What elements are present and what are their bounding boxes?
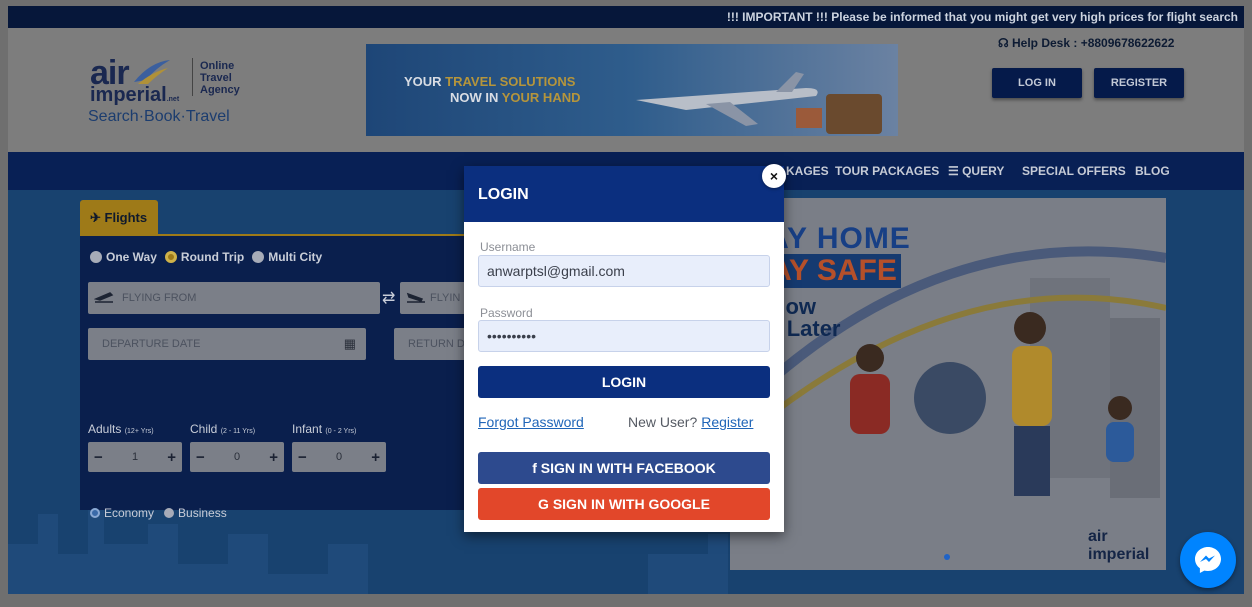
banner-line-1: YOUR TRAVEL SOLUTIONS xyxy=(404,74,576,89)
new-user-text: New User? Register xyxy=(628,414,754,430)
nav-item-special-offers[interactable]: SPECIAL OFFERS xyxy=(1022,164,1126,178)
radio-multi-city[interactable]: Multi City xyxy=(252,250,322,264)
footer-strip xyxy=(0,594,1252,607)
trip-type-group: One Way Round Trip Multi City xyxy=(90,250,322,264)
site-logo[interactable]: air imperial.net Online Travel Agency Se… xyxy=(88,50,278,130)
infant-stepper: − 0 + xyxy=(292,442,386,472)
header-banner[interactable]: YOUR TRAVEL SOLUTIONS NOW IN YOUR HAND xyxy=(366,44,898,136)
landing-icon xyxy=(406,292,425,303)
nav-item-tour-packages[interactable]: TOUR PACKAGES xyxy=(835,164,939,178)
header-login-button[interactable]: LOG IN xyxy=(992,68,1082,98)
calendar-icon: ▦ xyxy=(343,336,356,351)
messenger-icon xyxy=(1195,547,1221,573)
radio-economy[interactable]: Economy xyxy=(90,506,154,520)
nav-item-blog[interactable]: BLOG xyxy=(1135,164,1170,178)
modal-title: LOGIN xyxy=(464,166,784,222)
airplane-icon xyxy=(636,72,882,134)
logo-wing-icon xyxy=(134,60,170,84)
departure-date-input[interactable]: DEPARTURE DATE ▦ xyxy=(88,328,366,360)
forgot-password-link[interactable]: Forgot Password xyxy=(478,414,584,430)
adults-stepper: − 1 + xyxy=(88,442,182,472)
headset-icon: ☊ xyxy=(998,36,1012,50)
infant-label: Infant (0 - 2 Yrs) xyxy=(292,422,357,436)
child-increment-button[interactable]: + xyxy=(269,449,278,466)
important-ticker: !!! IMPORTANT !!! Please be informed tha… xyxy=(8,6,1244,28)
airplane-icon: ✈ xyxy=(90,210,105,225)
password-label: Password xyxy=(480,306,533,320)
facebook-signin-button[interactable]: f SIGN IN WITH FACEBOOK xyxy=(478,452,770,484)
logo-ota-text: Online Travel Agency xyxy=(200,60,240,96)
carousel-dot[interactable] xyxy=(944,554,950,560)
infant-value: 0 xyxy=(335,451,343,463)
adults-value: 1 xyxy=(131,451,139,463)
logo-divider xyxy=(192,58,193,96)
swap-icon[interactable]: ⇄ xyxy=(382,288,395,308)
radio-round-trip[interactable]: Round Trip xyxy=(164,250,244,264)
helpdesk-phone: ☊ Help Desk : +8809678622622 xyxy=(998,36,1175,50)
banner-line-2: NOW IN YOUR HAND xyxy=(450,90,581,105)
child-decrement-button[interactable]: − xyxy=(196,449,205,466)
logo-imperial: imperial.net xyxy=(90,84,180,106)
login-submit-button[interactable]: LOGIN xyxy=(478,366,770,398)
password-input[interactable] xyxy=(478,320,770,352)
promo-banner[interactable]: TAY HOME TAY SAFE n Now vel Later air im… xyxy=(730,198,1166,570)
username-input[interactable] xyxy=(478,255,770,287)
radio-business[interactable]: Business xyxy=(164,506,227,520)
tab-flights[interactable]: ✈ Flights xyxy=(80,200,158,234)
list-icon: ☰ xyxy=(948,164,963,178)
promo-brand: air imperial xyxy=(1088,528,1150,563)
infant-decrement-button[interactable]: − xyxy=(298,449,307,466)
modal-links: Forgot Password New User? Register xyxy=(478,414,770,430)
adults-decrement-button[interactable]: − xyxy=(94,449,103,466)
flight-search-panel: One Way Round Trip Multi City FLYING FRO… xyxy=(80,234,490,520)
child-stepper: − 0 + xyxy=(190,442,284,472)
google-signin-button[interactable]: G SIGN IN WITH GOOGLE xyxy=(478,488,770,520)
infant-increment-button[interactable]: + xyxy=(371,449,380,466)
cabin-class-group: Economy Business xyxy=(90,506,227,520)
child-label: Child (2 - 11 Yrs) xyxy=(190,422,256,436)
radio-one-way[interactable]: One Way xyxy=(90,250,157,264)
flying-from-input[interactable]: FLYING FROM xyxy=(88,282,380,314)
messenger-chat-button[interactable] xyxy=(1180,532,1236,588)
header-register-button[interactable]: REGISTER xyxy=(1094,68,1184,98)
register-link[interactable]: Register xyxy=(701,414,753,430)
adults-label: Adults (12+ Yrs) xyxy=(88,422,154,436)
nav-item-packages[interactable]: KAGES xyxy=(786,164,829,178)
login-modal: LOGIN × Username Password LOGIN Forgot P… xyxy=(464,164,786,532)
adults-increment-button[interactable]: + xyxy=(167,449,176,466)
site-header: air imperial.net Online Travel Agency Se… xyxy=(8,28,1244,152)
logo-tagline: Search·Book·Travel xyxy=(88,108,230,125)
child-value: 0 xyxy=(233,451,241,463)
close-icon[interactable]: × xyxy=(762,164,786,188)
takeoff-icon xyxy=(94,292,114,303)
username-label: Username xyxy=(480,240,536,254)
nav-item-query[interactable]: ☰ QUERY xyxy=(948,164,1004,178)
